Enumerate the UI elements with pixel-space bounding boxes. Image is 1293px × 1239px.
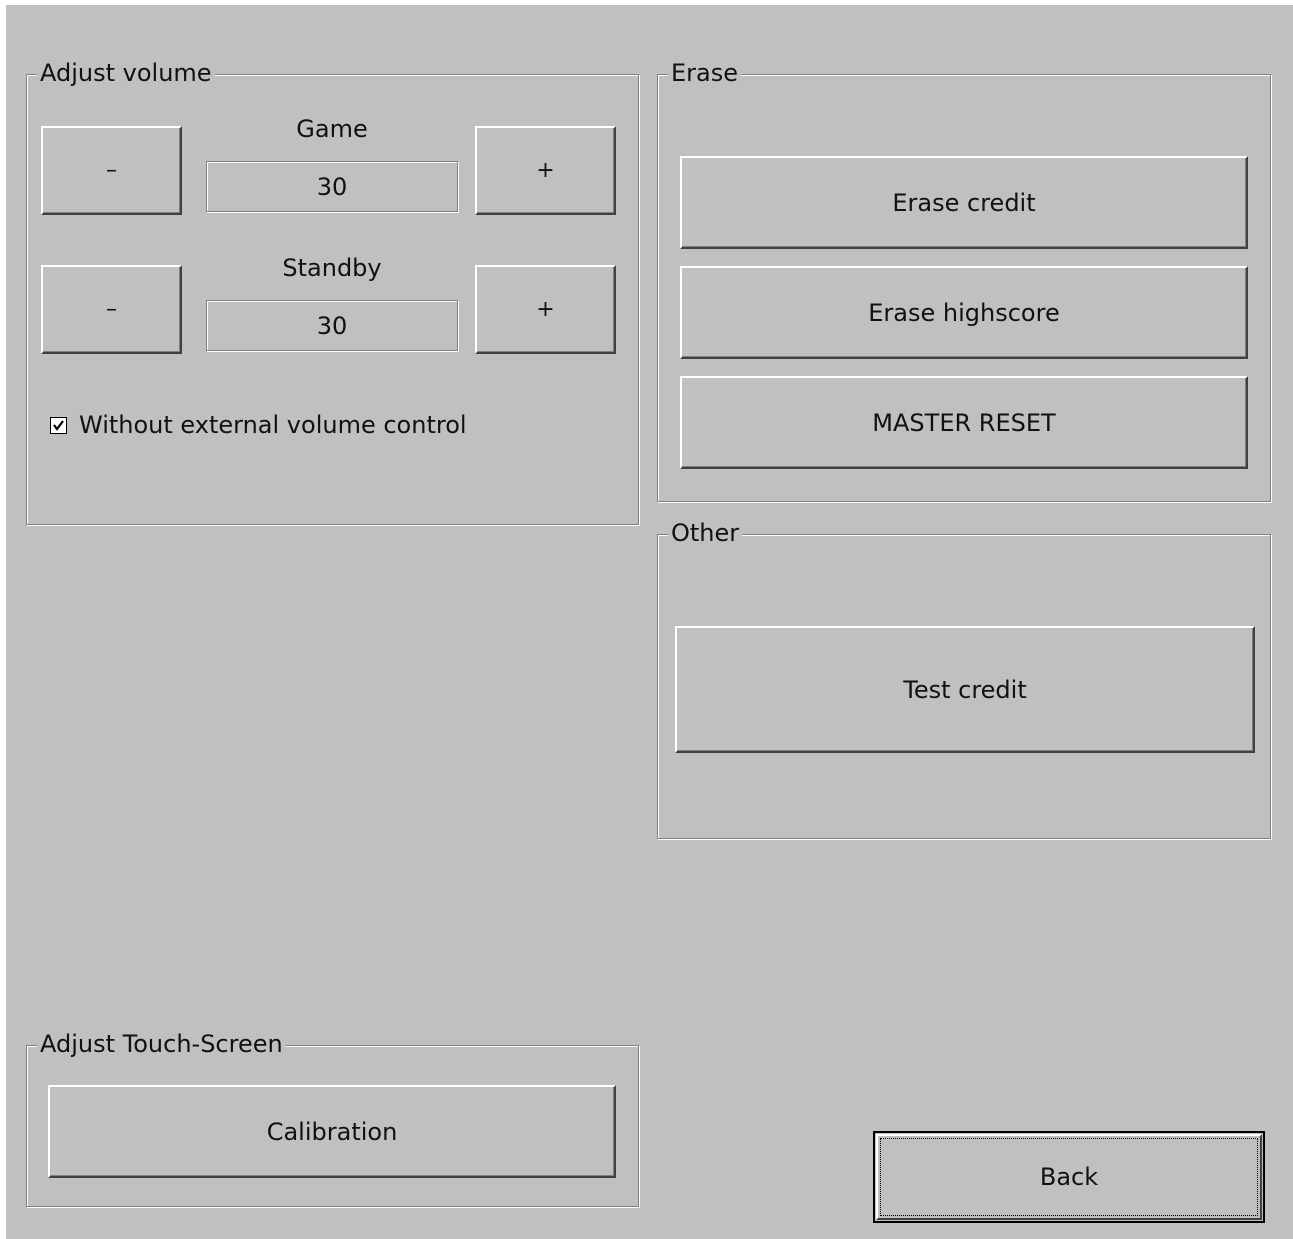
adjust-volume-title: Adjust volume: [37, 58, 215, 88]
settings-screen: Adjust volume Game – 30 + Standby – 30 +…: [6, 5, 1293, 1239]
erase-credit-button[interactable]: Erase credit: [680, 156, 1248, 249]
external-volume-checkbox[interactable]: Without external volume control: [50, 411, 467, 439]
other-title: Other: [668, 518, 743, 548]
game-volume-increase-button[interactable]: +: [475, 126, 616, 215]
game-volume-decrease-button[interactable]: –: [41, 126, 182, 215]
standby-volume-value: 30: [206, 300, 458, 351]
minus-icon: –: [106, 297, 117, 322]
minus-icon: –: [106, 158, 117, 183]
standby-volume-decrease-button[interactable]: –: [41, 265, 182, 354]
external-volume-label: Without external volume control: [79, 411, 467, 439]
touch-screen-title: Adjust Touch-Screen: [37, 1029, 286, 1059]
standby-volume-increase-button[interactable]: +: [475, 265, 616, 354]
erase-highscore-button[interactable]: Erase highscore: [680, 266, 1248, 359]
checkbox-checked-icon[interactable]: [50, 416, 67, 434]
game-volume-label: Game: [296, 115, 368, 143]
plus-icon: +: [536, 158, 555, 183]
test-credit-button[interactable]: Test credit: [675, 626, 1255, 753]
erase-title: Erase: [668, 58, 742, 88]
calibration-button[interactable]: Calibration: [48, 1085, 616, 1178]
standby-volume-label: Standby: [282, 254, 382, 282]
plus-icon: +: [536, 297, 555, 322]
focus-indicator: [880, 1138, 1258, 1216]
back-button[interactable]: Back: [873, 1131, 1265, 1223]
master-reset-button[interactable]: MASTER RESET: [680, 376, 1248, 469]
game-volume-value: 30: [206, 161, 458, 212]
